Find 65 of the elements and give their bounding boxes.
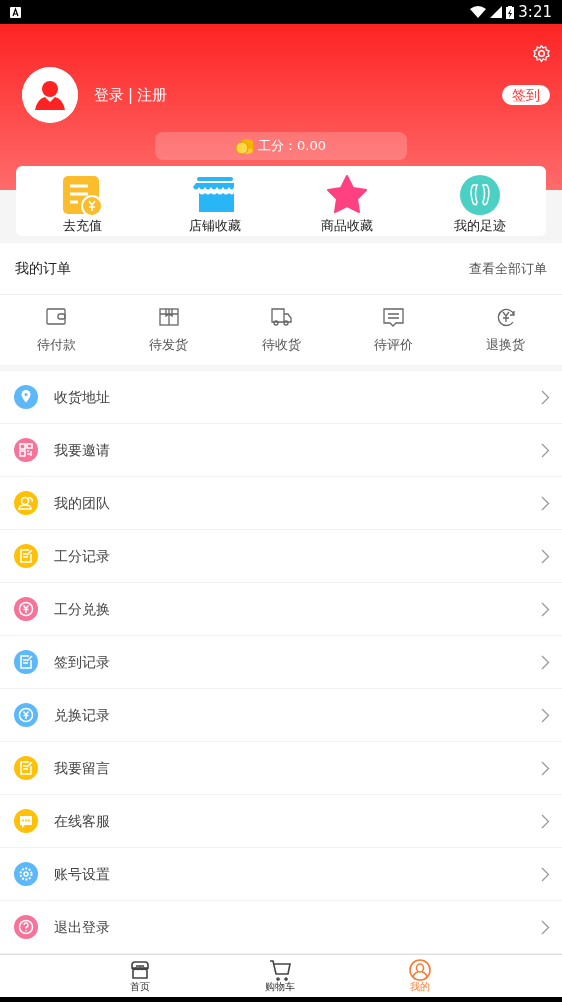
menu-label: 我的团队 xyxy=(54,493,110,513)
points-text: 工分：0.00 xyxy=(258,137,326,156)
wifi-icon xyxy=(470,6,487,18)
menu-item[interactable]: 工分兑换 xyxy=(0,583,562,636)
menu-label: 工分兑换 xyxy=(54,599,110,619)
cart-icon xyxy=(269,959,291,981)
section-title: 我的订单 xyxy=(15,259,71,278)
menu-label: 签到记录 xyxy=(54,652,110,672)
menu-label: 账号设置 xyxy=(54,864,110,884)
menu-label: 收货地址 xyxy=(54,387,110,407)
menu-item[interactable]: 我要邀请 xyxy=(0,424,562,477)
menu-item[interactable]: 账号设置 xyxy=(0,848,562,901)
chevron-icon xyxy=(541,601,550,617)
chevron-icon xyxy=(541,495,550,511)
comment-icon[interactable] xyxy=(382,305,405,327)
menu-label: 退出登录 xyxy=(54,917,110,937)
order-status-label[interactable]: 待评价 xyxy=(373,334,413,355)
menu-item[interactable]: 退出登录 xyxy=(0,901,562,954)
shortcut-label[interactable]: 我的足迹 xyxy=(453,216,506,236)
coins-icon xyxy=(236,137,254,155)
settings-icon[interactable] xyxy=(532,44,551,63)
store-icon xyxy=(129,959,151,981)
star-icon[interactable] xyxy=(325,174,370,216)
truck-icon[interactable] xyxy=(270,305,292,327)
menu-item[interactable]: 我要留言 xyxy=(0,742,562,795)
chevron-icon xyxy=(541,442,550,458)
wallet-icon[interactable] xyxy=(45,305,68,327)
clock-time: 3:21 xyxy=(518,1,552,23)
tab[interactable]: 购物车 xyxy=(210,955,350,997)
order-status-label[interactable]: 待付款 xyxy=(36,334,76,355)
box-icon[interactable] xyxy=(157,305,180,327)
menu-item[interactable]: 我的团队 xyxy=(0,477,562,530)
menu-item[interactable]: 签到记录 xyxy=(0,636,562,689)
menu-label: 兑换记录 xyxy=(54,705,110,725)
shortcut-label[interactable]: 店铺收藏 xyxy=(188,216,241,236)
menu-item[interactable]: 在线客服 xyxy=(0,795,562,848)
menu-label: 我要邀请 xyxy=(54,440,110,460)
user-icon xyxy=(409,959,431,981)
view-all-orders-link[interactable]: 查看全部订单 xyxy=(469,258,547,279)
chevron-icon xyxy=(541,654,550,670)
menu-label: 我要留言 xyxy=(54,758,110,778)
chevron-icon xyxy=(541,548,550,564)
order-status-label[interactable]: 待收货 xyxy=(261,334,301,355)
order-status-label[interactable]: 待发货 xyxy=(149,334,189,355)
chevron-icon xyxy=(541,866,550,882)
shortcut-label[interactable]: 去充值 xyxy=(62,216,102,236)
menu-item[interactable]: 收货地址 xyxy=(0,371,562,424)
avatar-icon[interactable] xyxy=(22,67,78,123)
chevron-icon xyxy=(541,919,550,935)
chevron-icon xyxy=(541,813,550,829)
check-in-button[interactable]: 签到 xyxy=(502,85,550,105)
menu-label: 工分记录 xyxy=(54,546,110,566)
shortcut-label[interactable]: 商品收藏 xyxy=(321,216,374,236)
chevron-icon xyxy=(541,707,550,723)
separator-text: | xyxy=(128,84,134,106)
menu-item[interactable]: 兑换记录 xyxy=(0,689,562,742)
menu-label: 在线客服 xyxy=(54,811,110,831)
battery-icon xyxy=(506,5,515,19)
notification-icon xyxy=(10,6,21,18)
signal-icon xyxy=(490,6,503,18)
chevron-icon xyxy=(541,760,550,776)
chevron-icon xyxy=(541,389,550,405)
order-status-label[interactable]: 退换货 xyxy=(486,334,526,355)
menu-item[interactable]: 工分记录 xyxy=(0,530,562,583)
tab[interactable]: 首页 xyxy=(70,955,210,997)
